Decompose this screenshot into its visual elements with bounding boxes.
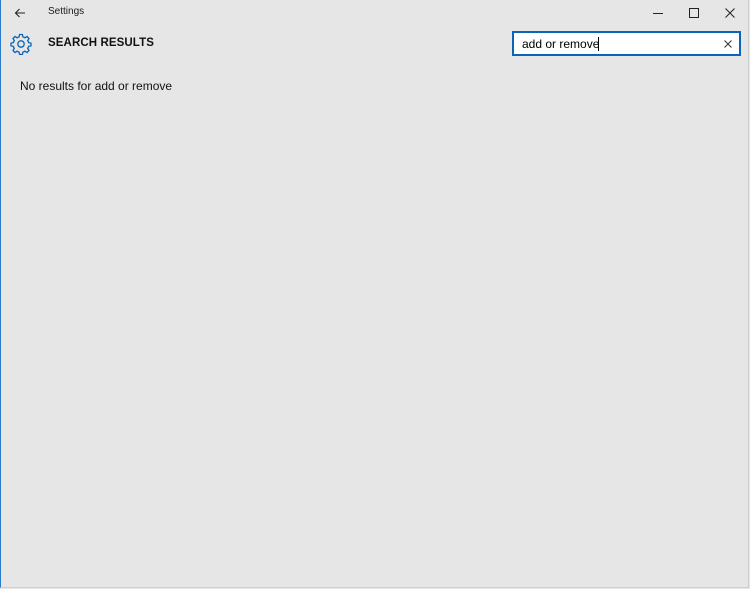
minimize-button[interactable]	[640, 0, 676, 26]
gear-icon	[10, 33, 32, 55]
window-controls	[640, 0, 748, 26]
close-icon	[725, 8, 735, 18]
no-results-message: No results for add or remove	[20, 79, 173, 93]
window-title: Settings	[48, 6, 85, 17]
close-button[interactable]	[712, 0, 748, 26]
search-input[interactable]	[522, 33, 712, 54]
text-caret	[598, 37, 599, 51]
back-arrow-icon	[14, 8, 25, 18]
search-box[interactable]	[512, 31, 741, 56]
maximize-icon	[689, 8, 699, 18]
back-button[interactable]	[5, 0, 35, 26]
clear-search-icon	[723, 39, 732, 48]
settings-window: Settings SEARCH RESULTS add or remove No…	[0, 0, 749, 588]
clear-search-button[interactable]	[720, 36, 735, 51]
maximize-button[interactable]	[676, 0, 712, 26]
title-bar: Settings	[1, 0, 748, 26]
minimize-icon	[653, 13, 663, 14]
page-title: SEARCH RESULTS	[48, 37, 154, 49]
